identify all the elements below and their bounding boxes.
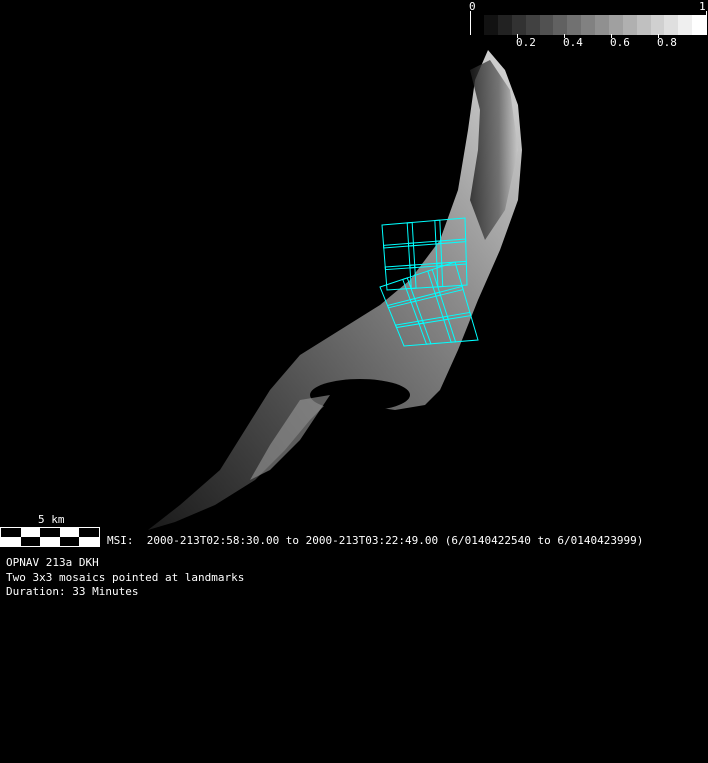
colorbar-left-tick bbox=[470, 11, 471, 35]
colorbar-step bbox=[581, 15, 596, 35]
colorbar-tick-label: 0.2 bbox=[516, 36, 536, 49]
colorbar-step bbox=[636, 15, 651, 35]
info-title: OPNAV 213a DKH bbox=[6, 556, 99, 569]
colorbar-step bbox=[622, 15, 638, 35]
colorbar-min-label: 0 bbox=[469, 0, 476, 13]
colorbar-step bbox=[692, 15, 707, 35]
asteroid-shape bbox=[148, 50, 522, 530]
colorbar-step bbox=[525, 15, 540, 35]
asteroid-view bbox=[148, 50, 522, 530]
colorbar-step bbox=[608, 15, 624, 35]
colorbar-step bbox=[539, 15, 554, 35]
info-description: Two 3x3 mosaics pointed at landmarks bbox=[6, 571, 245, 584]
colorbar-step bbox=[497, 15, 513, 35]
colorbar-max-label: 1 bbox=[699, 0, 706, 13]
scale-bar-label: 5 km bbox=[38, 513, 65, 526]
colorbar-step bbox=[664, 15, 679, 35]
colorbar-right-tick bbox=[706, 11, 707, 35]
colorbar-step bbox=[678, 15, 693, 35]
colorbar-step bbox=[511, 15, 527, 35]
scale-bar-checker bbox=[0, 527, 100, 547]
scale-bar-segment bbox=[20, 537, 41, 546]
scale-bar-segment bbox=[40, 528, 60, 537]
colorbar-tick-label: 0.6 bbox=[610, 36, 630, 49]
scale-bar-segment bbox=[59, 537, 80, 546]
colorbar-step bbox=[553, 15, 568, 35]
colorbar-step bbox=[484, 15, 499, 35]
info-duration: Duration: 33 Minutes bbox=[6, 585, 139, 598]
colorbar-step bbox=[567, 15, 582, 35]
scale-bar-segment bbox=[79, 528, 99, 537]
colorbar-tick-label: 0.4 bbox=[563, 36, 583, 49]
colorbar-step bbox=[650, 15, 665, 35]
colorbar-step bbox=[595, 15, 610, 35]
colorbar-tick-label: 0.8 bbox=[657, 36, 677, 49]
msi-time-range: MSI: 2000-213T02:58:30.00 to 2000-213T03… bbox=[107, 534, 644, 547]
scale-bar-segment bbox=[1, 528, 21, 537]
